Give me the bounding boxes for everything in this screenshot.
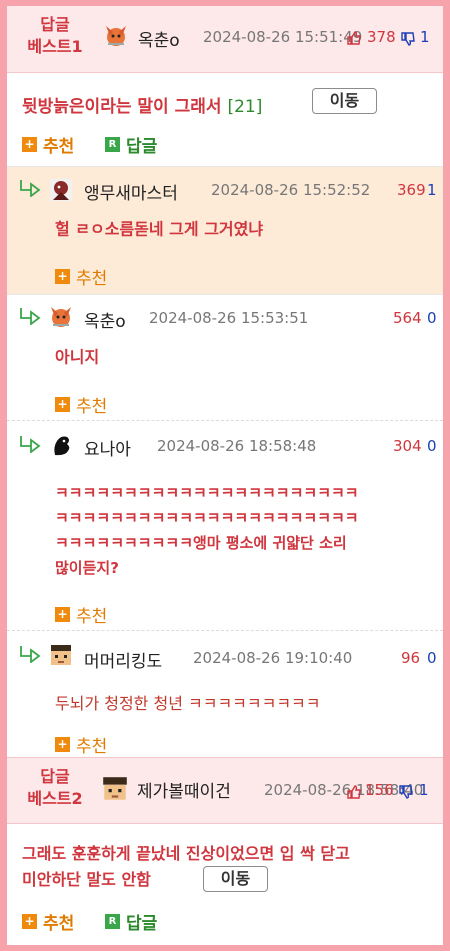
downvote-count: 1 — [420, 28, 430, 46]
reply-arrow-icon — [20, 308, 41, 325]
best-badge: 답글 베스트1 — [17, 14, 93, 58]
recommend-button[interactable]: + 추천 — [22, 132, 74, 157]
post-date: 2024-08-26 15:51:49 — [203, 28, 363, 46]
reply-item: 옥춘o 2024-08-26 15:53:51 564 0 아니지 + 추천 — [7, 294, 443, 420]
recommend-button[interactable]: + 추천 — [55, 392, 107, 417]
fox-avatar-icon[interactable] — [102, 22, 130, 50]
reply-arrow-icon — [20, 646, 41, 663]
author-nick[interactable]: 옥춘o — [138, 26, 180, 51]
recommend-button[interactable]: + 추천 — [22, 909, 74, 934]
move-button[interactable]: 이동 — [312, 88, 377, 114]
reply-text: ㅋㅋㅋㅋㅋㅋㅋㅋㅋㅋㅋㅋㅋㅋㅋㅋㅋㅋㅋㅋㅋㅋ ㅋㅋㅋㅋㅋㅋㅋㅋㅋㅋㅋㅋㅋㅋㅋㅋㅋ… — [55, 481, 359, 581]
reply-button[interactable]: R 답글 — [105, 909, 157, 934]
thumbs-up-icon[interactable] — [346, 784, 362, 800]
upvote-count: 304 — [393, 437, 422, 455]
reply-label: 답글 — [126, 137, 158, 157]
best-badge-line1: 답글 — [40, 767, 70, 786]
plus-icon: + — [55, 269, 70, 284]
reply-button[interactable]: R 답글 — [105, 132, 157, 157]
best-comment-title: 뒷방늙은이라는 말이 그래서 — [22, 97, 222, 117]
recommend-label: 추천 — [76, 737, 108, 757]
parrot-avatar-icon[interactable] — [47, 176, 75, 204]
recommend-button[interactable]: + 추천 — [55, 264, 107, 289]
recommend-label: 추천 — [76, 607, 108, 627]
recommend-label: 추천 — [76, 397, 108, 417]
reply-item: 요나아 2024-08-26 18:58:48 304 0 ㅋㅋㅋㅋㅋㅋㅋㅋㅋㅋ… — [7, 420, 443, 630]
post-date: 2024-08-26 19:10:40 — [193, 649, 353, 667]
reply-text: 헐 ㄹㅇ소름돋네 그게 그거였냐 — [55, 219, 264, 239]
recommend-label: 추천 — [43, 914, 75, 934]
reply-arrow-icon — [20, 180, 41, 197]
downvote-count: 0 — [427, 649, 437, 667]
best-badge-line2: 베스트1 — [27, 37, 83, 56]
silhouette-avatar-icon[interactable] — [47, 431, 75, 459]
thumbs-up-icon[interactable] — [346, 30, 362, 46]
upvote-count: 564 — [393, 309, 422, 327]
post-date: 2024-08-26 18:58:48 — [157, 437, 317, 455]
reply-text-line: ㅋㅋㅋㅋㅋㅋㅋㅋㅋㅋ앵마 평소에 귀얇단 소리 — [55, 534, 347, 552]
recommend-button[interactable]: + 추천 — [55, 732, 107, 757]
reply-count: [21] — [227, 97, 263, 117]
fox-avatar-icon[interactable] — [47, 303, 75, 331]
downvote-count: 1 — [427, 181, 437, 199]
best-badge-line1: 답글 — [40, 15, 70, 34]
plus-icon: + — [55, 737, 70, 752]
plus-icon: + — [22, 137, 37, 152]
recommend-button[interactable]: + 추천 — [55, 602, 107, 627]
post-date: 2024-08-26 15:53:51 — [149, 309, 309, 327]
reply-item: 머머리킹도 2024-08-26 19:10:40 96 0 두뇌가 청정한 청… — [7, 630, 443, 757]
author-nick[interactable]: 요나아 — [84, 435, 131, 460]
author-nick[interactable]: 옥춘o — [84, 307, 126, 332]
recommend-label: 추천 — [76, 269, 108, 289]
reply-arrow-icon — [20, 436, 41, 453]
pixel-face-avatar-icon[interactable] — [47, 641, 75, 669]
reply-text-line: ㅋㅋㅋㅋㅋㅋㅋㅋㅋㅋㅋㅋㅋㅋㅋㅋㅋㅋㅋㅋㅋㅋ — [55, 484, 359, 502]
best-comment-header: 답글 베스트1 옥춘o 2024-08-26 15:51:49 378 1 — [7, 6, 443, 73]
post-date: 2024-08-26 15:52:52 — [211, 181, 371, 199]
upvote-count: 96 — [401, 649, 421, 667]
thumbs-down-icon[interactable] — [400, 31, 416, 47]
author-nick[interactable]: 제가볼때이건 — [137, 777, 231, 802]
author-nick[interactable]: 앵무새마스터 — [84, 179, 178, 204]
upvote-count: 369 — [397, 181, 426, 199]
reply-text: 두뇌가 청정한 청년 ㅋㅋㅋㅋㅋㅋㅋㅋㅋ — [55, 694, 321, 713]
reply-r-icon: R — [105, 914, 120, 929]
thumbs-down-icon[interactable] — [398, 784, 414, 800]
plus-icon: + — [22, 914, 37, 929]
plus-icon: + — [55, 397, 70, 412]
best-badge-line2: 베스트2 — [27, 789, 83, 808]
reply-text-line: ㅋㅋㅋㅋㅋㅋㅋㅋㅋㅋㅋㅋㅋㅋㅋㅋㅋㅋㅋㅋㅋㅋ — [55, 509, 359, 527]
reply-text: 아니지 — [55, 347, 100, 367]
best-comment-header: 답글 베스트2 제가볼때이건 2024-08-26 18:58:40 156 1 — [7, 757, 443, 824]
best-comment-text: 뒷방늙은이라는 말이 그래서 [21] — [22, 92, 262, 117]
downvote-count: 0 — [427, 437, 437, 455]
pixel-face-avatar-icon[interactable] — [100, 774, 130, 804]
plus-icon: + — [55, 607, 70, 622]
upvote-count: 156 — [365, 781, 394, 799]
reply-r-icon: R — [105, 137, 120, 152]
author-nick[interactable]: 머머리킹도 — [84, 647, 162, 672]
reply-label: 답글 — [126, 914, 158, 934]
reply-text-line: 많이듣지? — [55, 559, 119, 577]
reply-item: 앵무새마스터 2024-08-26 15:52:52 369 1 헐 ㄹㅇ소름돋… — [7, 166, 443, 294]
downvote-count: 0 — [427, 309, 437, 327]
upvote-count: 378 — [367, 28, 396, 46]
recommend-label: 추천 — [43, 137, 75, 157]
best-comment-line: 그래도 훈훈하게 끝났네 진상이었으면 입 싹 닫고 — [22, 844, 350, 863]
comment-panel: 답글 베스트1 옥춘o 2024-08-26 15:51:49 378 1 뒷방… — [7, 6, 443, 945]
best-badge: 답글 베스트2 — [17, 766, 93, 810]
move-button[interactable]: 이동 — [203, 866, 268, 892]
downvote-count: 1 — [419, 781, 429, 799]
